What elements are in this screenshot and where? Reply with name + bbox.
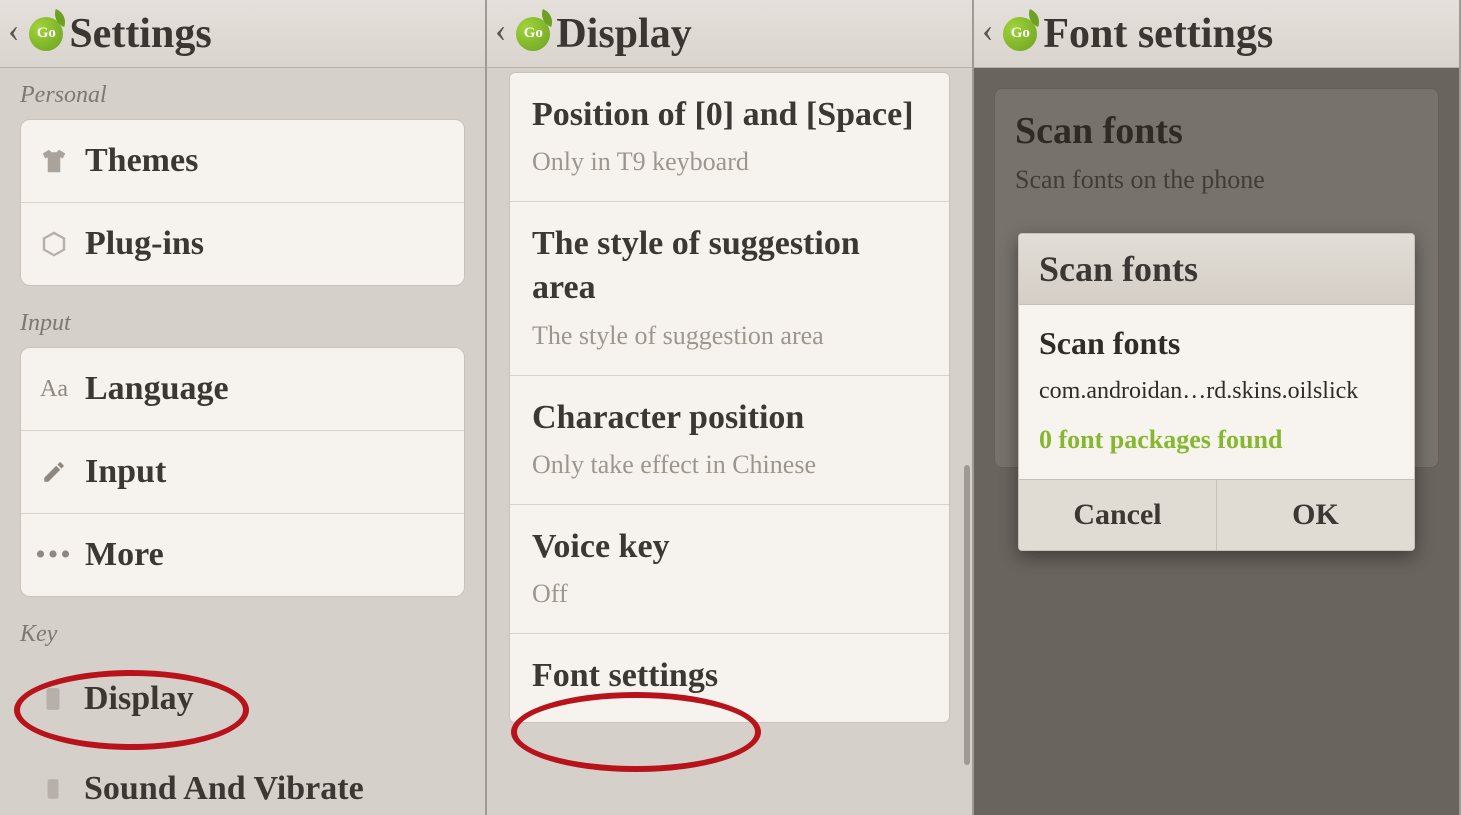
display-list: Position of [0] and [Space] Only in T9 k… (509, 72, 950, 723)
shirt-icon (37, 144, 71, 178)
section-personal: Personal (0, 68, 485, 119)
row-label: Sound And Vibrate (84, 770, 364, 808)
leaf-icon (1025, 9, 1043, 27)
row-label: More (85, 536, 164, 574)
panel-font-settings: ‹ Go Font settings Scan fonts Scan fonts… (974, 0, 1461, 815)
card-key: Display Sound And Vibrate (0, 658, 485, 815)
item-voice-key[interactable]: Voice key Off (510, 505, 949, 634)
app-logo-icon: Go (516, 17, 550, 51)
cancel-button[interactable]: Cancel (1019, 480, 1217, 550)
row-language[interactable]: Aa Language (21, 348, 464, 431)
box-icon (37, 227, 71, 261)
back-icon[interactable]: ‹ (980, 12, 997, 56)
header-display: ‹ Go Display (487, 0, 972, 68)
card-personal: Themes Plug-ins (20, 119, 465, 286)
page-title: Settings (69, 10, 211, 58)
dialog-buttons: Cancel OK (1019, 479, 1414, 550)
dialog-body: Scan fonts com.androidan…rd.skins.oilsli… (1019, 305, 1414, 479)
dialog-title: Scan fonts (1039, 325, 1394, 362)
row-label: Themes (85, 142, 198, 180)
phone-icon (36, 682, 70, 716)
back-icon[interactable]: ‹ (6, 12, 23, 56)
panel-display: ‹ Go Display Position of [0] and [Space]… (487, 0, 974, 815)
item-font-settings[interactable]: Font settings (510, 634, 949, 722)
scan-fonts-dialog: Scan fonts Scan fonts com.androidan…rd.s… (1018, 233, 1415, 551)
section-key: Key (0, 607, 485, 658)
back-icon[interactable]: ‹ (493, 12, 510, 56)
panel-settings: ‹ Go Settings Personal Themes Plug-ins I… (0, 0, 487, 815)
app-logo-icon: Go (29, 17, 63, 51)
pencil-icon (37, 455, 71, 489)
header-font-settings: ‹ Go Font settings (974, 0, 1459, 68)
ok-button[interactable]: OK (1217, 480, 1414, 550)
page-title: Font settings (1043, 10, 1273, 58)
item-character-position[interactable]: Character position Only take effect in C… (510, 376, 949, 505)
item-position-0-space[interactable]: Position of [0] and [Space] Only in T9 k… (510, 73, 949, 202)
section-input: Input (0, 296, 485, 347)
row-sound[interactable]: Sound And Vibrate (0, 740, 485, 815)
header-settings: ‹ Go Settings (0, 0, 485, 68)
row-plugins[interactable]: Plug-ins (21, 203, 464, 285)
speaker-icon (36, 772, 70, 806)
app-logo-icon: Go (1003, 17, 1037, 51)
row-label: Input (85, 453, 166, 491)
dialog-package: com.androidan…rd.skins.oilslick (1039, 378, 1394, 405)
row-display[interactable]: Display (0, 658, 485, 740)
dialog-header: Scan fonts (1019, 234, 1414, 305)
row-themes[interactable]: Themes (21, 120, 464, 203)
page-title: Display (556, 10, 691, 58)
item-suggestion-style[interactable]: The style of suggestion area The style o… (510, 202, 949, 375)
card-input: Aa Language Input ••• More (20, 347, 465, 597)
aa-icon: Aa (37, 372, 71, 406)
row-label: Display (84, 680, 194, 718)
leaf-icon (538, 9, 556, 27)
row-input[interactable]: Input (21, 431, 464, 514)
more-icon: ••• (37, 538, 71, 572)
row-label: Language (85, 370, 229, 408)
leaf-icon (51, 9, 69, 27)
row-label: Plug-ins (85, 225, 204, 263)
row-more[interactable]: ••• More (21, 514, 464, 596)
scrollbar[interactable] (964, 465, 970, 765)
dialog-status: 0 font packages found (1039, 425, 1394, 455)
